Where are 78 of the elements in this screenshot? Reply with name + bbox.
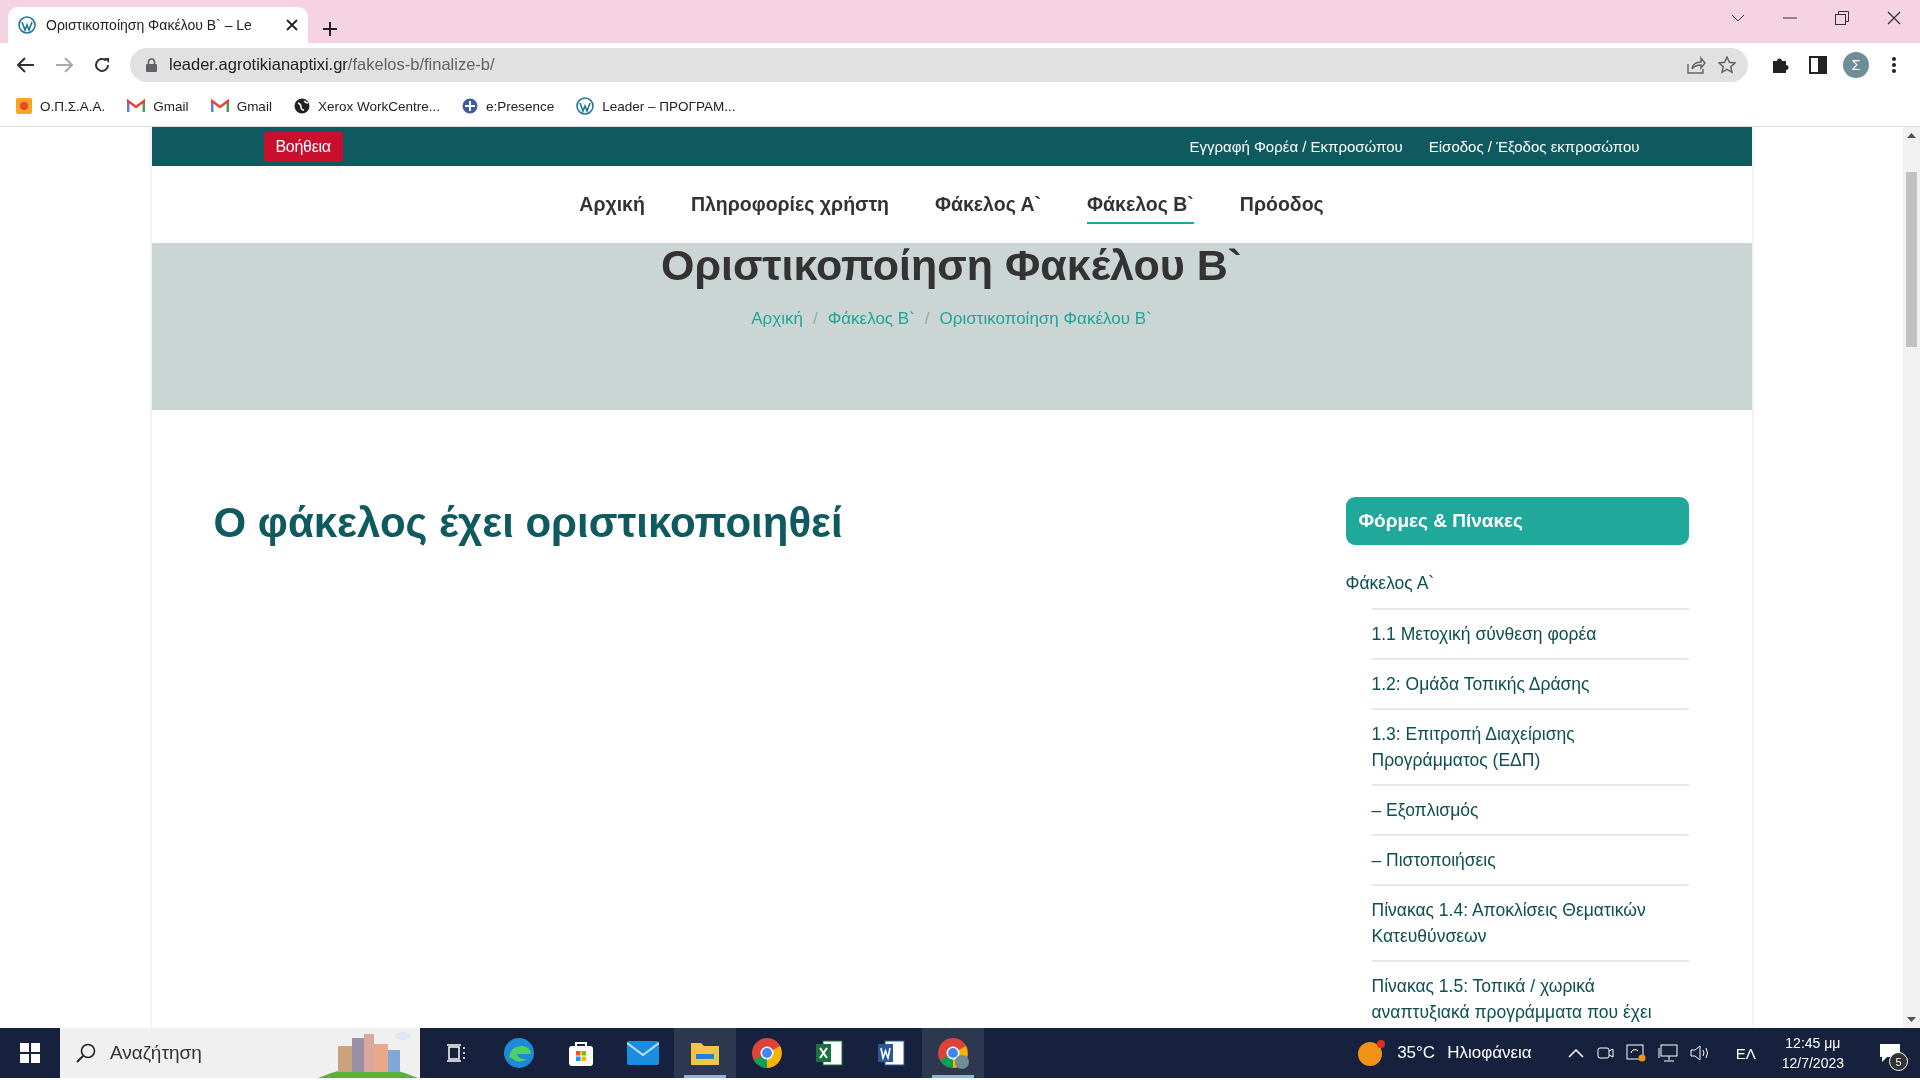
chevron-up-icon[interactable] (1567, 1048, 1584, 1058)
document-app-icon[interactable] (877, 1039, 905, 1067)
taskbar-app-button[interactable] (674, 1028, 736, 1078)
taskbar-app-button[interactable] (922, 1028, 984, 1078)
chrome-icon[interactable] (751, 1037, 783, 1069)
windows-start-icon[interactable] (20, 1043, 40, 1063)
clock-date[interactable]: 12/7/2023 (1781, 1053, 1844, 1073)
top-bar-link[interactable]: Εγγραφή Φορέα / Εκπροσώπου (1189, 138, 1403, 155)
back-arrow-icon[interactable] (17, 56, 35, 73)
chrome-profile-icon[interactable] (937, 1037, 969, 1069)
gmail-icon (127, 99, 146, 113)
status-heading: Ο φάκελος έχει οριστικοποιηθεί (213, 499, 844, 547)
spreadsheet-app-icon[interactable] (815, 1039, 843, 1067)
weather-condition: Ηλιοφάνεια (1447, 1043, 1532, 1063)
camera-icon[interactable] (1595, 1045, 1614, 1061)
star-icon[interactable] (1718, 55, 1736, 74)
nav-menu-item[interactable]: Φάκελος Β` (1087, 185, 1194, 224)
nav-menu-item[interactable]: Πρόοδος (1239, 185, 1324, 224)
help-button[interactable]: Βοήθεια (263, 131, 343, 162)
sidebar-sublink[interactable]: 1.2: Ομάδα Τοπικής Δράσης (1371, 658, 1689, 708)
network-icon[interactable] (1657, 1044, 1678, 1062)
taskbar-search-field[interactable]: Αναζήτηση (60, 1028, 420, 1078)
chevron-down-icon[interactable] (1731, 14, 1745, 22)
sun-logo-icon (16, 98, 32, 114)
task-view-icon[interactable] (446, 1043, 468, 1063)
bookmark-link[interactable]: Gmail (153, 98, 189, 114)
breadcrumb-separator: / (812, 309, 818, 329)
tab-title: Οριστικοποίηση Φακέλου Β` – Le (46, 17, 253, 33)
sidebar-sublink[interactable]: Πίνακας 1.4: Αποκλίσεις Θεματικών Κατευθύνσεων (1371, 884, 1689, 960)
sidebar-sublink[interactable]: 1.3: Επιτροπή Διαχείρισης Προγράμματος (ΕΔΠ) (1371, 708, 1689, 784)
input-language[interactable]: ΕΛ (1735, 1044, 1756, 1062)
nav-menu-item[interactable]: Φάκελος Α` (935, 185, 1042, 224)
page-title: Οριστικοποίηση Φακέλου Β` (660, 243, 1243, 287)
sidebar-sublink[interactable]: 1.1 Μετοχική σύνθεση φορέα (1371, 608, 1689, 658)
gmail-icon (210, 99, 229, 113)
restore-icon[interactable] (1835, 11, 1849, 25)
sidebar-header: Φόρμες & Πίνακες (1345, 497, 1689, 545)
wordpress-icon (576, 97, 595, 115)
profile-avatar[interactable]: Σ (1843, 51, 1869, 78)
bookmark-link[interactable]: Leader – ΠΡΟΓΡΑΜ... (602, 98, 736, 114)
store-bag-icon[interactable] (567, 1039, 595, 1067)
search-icon (76, 1043, 96, 1063)
sidebar-link[interactable]: Φάκελος Α` (1345, 573, 1689, 608)
temperature: 35°C (1397, 1043, 1436, 1063)
nav-menu-item[interactable]: Πληροφορίες χρήστη (690, 185, 889, 224)
scrollbar-thumb[interactable] (1906, 172, 1917, 347)
edge-browser-icon[interactable] (503, 1037, 535, 1069)
bookmark-link[interactable]: Xerox WorkCentre... (317, 98, 440, 114)
bookmark-link[interactable]: Ο.Π.Σ.Α.Α. (40, 98, 106, 114)
cross-circle-icon (461, 98, 478, 114)
share-icon[interactable] (1686, 55, 1706, 74)
notification-count: 5 (1889, 1052, 1908, 1071)
nav-menu-item[interactable]: Αρχική (579, 185, 645, 224)
lock-icon (146, 57, 157, 72)
breadcrumb-separator: / (924, 309, 930, 329)
speaker-icon[interactable] (1689, 1045, 1710, 1061)
scroll-up-icon[interactable] (1907, 133, 1916, 138)
sync-icon[interactable] (1625, 1044, 1646, 1062)
bookmark-link[interactable]: Gmail (236, 98, 272, 114)
close-icon[interactable] (1887, 11, 1901, 25)
close-icon[interactable] (286, 19, 298, 31)
sidebar-sublink[interactable]: – Εξοπλισμός (1371, 784, 1689, 834)
new-tab-icon[interactable] (322, 21, 338, 37)
bookmark-link[interactable]: e:Presence (485, 98, 555, 114)
more-menu-icon[interactable] (1892, 56, 1896, 73)
sidebar-sublink[interactable]: – Πιστοποιήσεις (1371, 834, 1689, 884)
address-bar[interactable]: leader.agrotikianaptixi.gr/fakelos-b/finalize-b/ (130, 47, 1748, 82)
sun-weather-icon (1357, 1039, 1386, 1067)
clock-time[interactable]: 12:45 μμ (1781, 1033, 1844, 1053)
reload-icon[interactable] (93, 55, 111, 74)
scroll-down-icon[interactable] (1907, 1017, 1916, 1022)
side-panel-icon[interactable] (1809, 55, 1827, 74)
wordpress-icon (18, 16, 36, 34)
globe-icon (293, 98, 310, 114)
folder-icon[interactable] (690, 1040, 720, 1066)
scrollbar[interactable] (1903, 127, 1920, 1028)
browser-tab[interactable]: Οριστικοποίηση Φακέλου Β` – Le (8, 7, 308, 43)
top-bar-link[interactable]: Είσοδος / Έξοδος εκπροσώπου (1428, 138, 1640, 155)
